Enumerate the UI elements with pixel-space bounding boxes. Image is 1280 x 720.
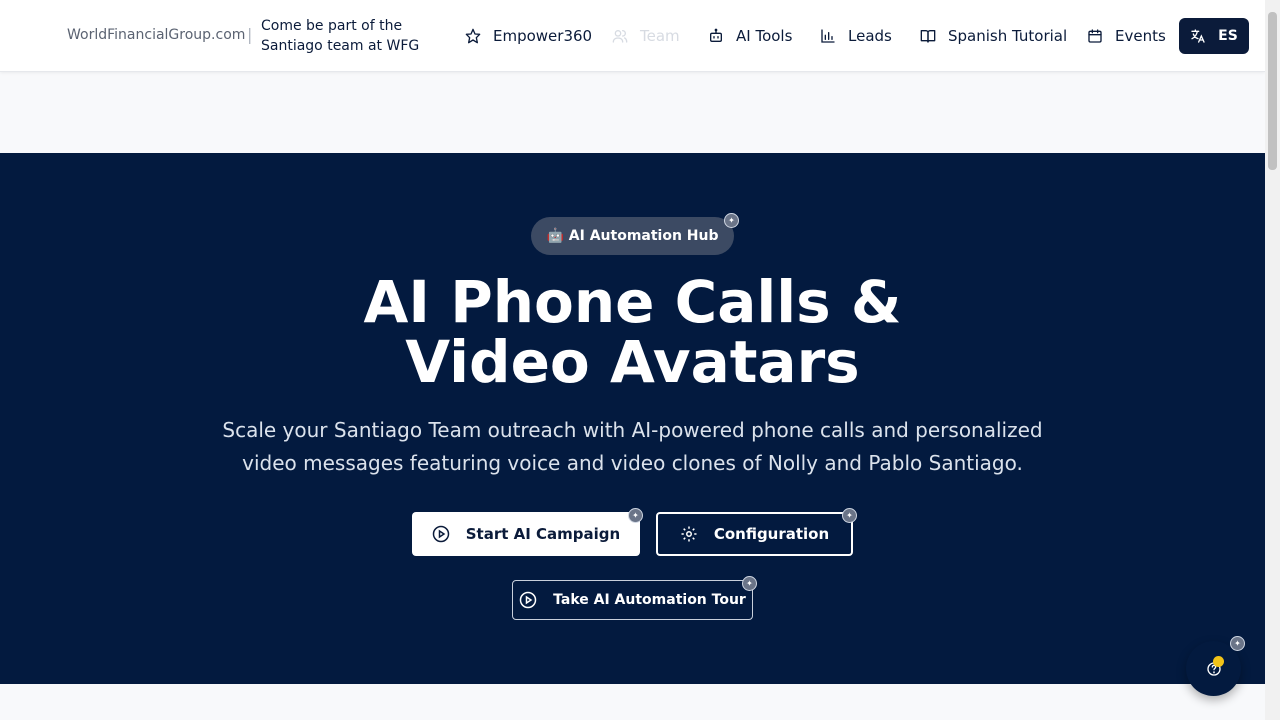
sparkle-icon: ✦: [742, 576, 757, 591]
play-circle-icon: [519, 591, 537, 609]
nav-label: AI Tools: [736, 27, 793, 45]
take-ai-automation-tour-button[interactable]: Take AI Automation Tour: [512, 580, 753, 620]
nav-label: Empower360: [493, 27, 593, 45]
nav-ai-tools[interactable]: AI Tools: [708, 24, 792, 48]
button-label: Start AI Campaign: [465, 525, 621, 543]
sparkle-icon: ✦: [724, 213, 739, 228]
nav-spanish-tutorial[interactable]: Spanish Tutorial: [920, 24, 1067, 48]
translate-icon: [1191, 29, 1205, 43]
button-label: Take AI Automation Tour: [553, 592, 746, 608]
nav-team[interactable]: Team: [612, 24, 680, 48]
play-circle-icon: [432, 525, 449, 543]
book-icon: [920, 30, 936, 43]
bar-chart-icon: [821, 29, 835, 43]
sparkle-icon: ✦: [842, 508, 857, 523]
hero-title-line-2: Video Avatars: [405, 328, 860, 396]
sparkle-icon: ✦: [628, 508, 643, 523]
nav-label: Leads: [848, 27, 892, 45]
nav-empower360[interactable]: Empower360: [465, 24, 592, 48]
header-tagline: Come be part of the Santiago team at WFG: [261, 18, 420, 54]
nav-leads[interactable]: Leads: [820, 24, 892, 48]
page-scrollbar[interactable]: [1265, 0, 1280, 720]
brand-link[interactable]: WorldFinancialGroup.com: [67, 27, 245, 43]
language-toggle-button[interactable]: ES: [1179, 18, 1249, 54]
badge-label: 🤖 AI Automation Hub: [546, 228, 719, 244]
hero-description: Scale your Santiago Team outreach with A…: [222, 418, 1043, 475]
start-ai-campaign-button[interactable]: Start AI Campaign: [412, 512, 640, 556]
notification-dot: [1213, 656, 1224, 667]
top-nav-bar: WorldFinancialGroup.com | Come be part o…: [0, 0, 1265, 72]
star-icon: [465, 28, 481, 44]
nav-events[interactable]: Events: [1087, 24, 1166, 48]
scrollbar-thumb[interactable]: [1268, 12, 1277, 170]
bot-icon: [710, 28, 722, 42]
sparkle-icon: ✦: [1230, 636, 1245, 651]
calendar-icon: [1088, 29, 1102, 43]
hero-title-line-1: AI Phone Calls &: [363, 268, 902, 336]
users-icon: [612, 30, 628, 43]
configuration-button[interactable]: Configuration: [656, 512, 853, 556]
nav-label: Events: [1115, 27, 1166, 45]
ai-automation-hub-badge: 🤖 AI Automation Hub: [531, 217, 734, 255]
nav-label: Spanish Tutorial: [948, 27, 1068, 45]
nav-label: Team: [640, 27, 680, 45]
gear-icon: [681, 526, 697, 542]
hero-title: AI Phone Calls & Video Avatars: [0, 272, 1265, 392]
button-label: Configuration: [713, 525, 830, 543]
brand-separator: |: [247, 25, 253, 44]
language-label: ES: [1218, 28, 1238, 44]
